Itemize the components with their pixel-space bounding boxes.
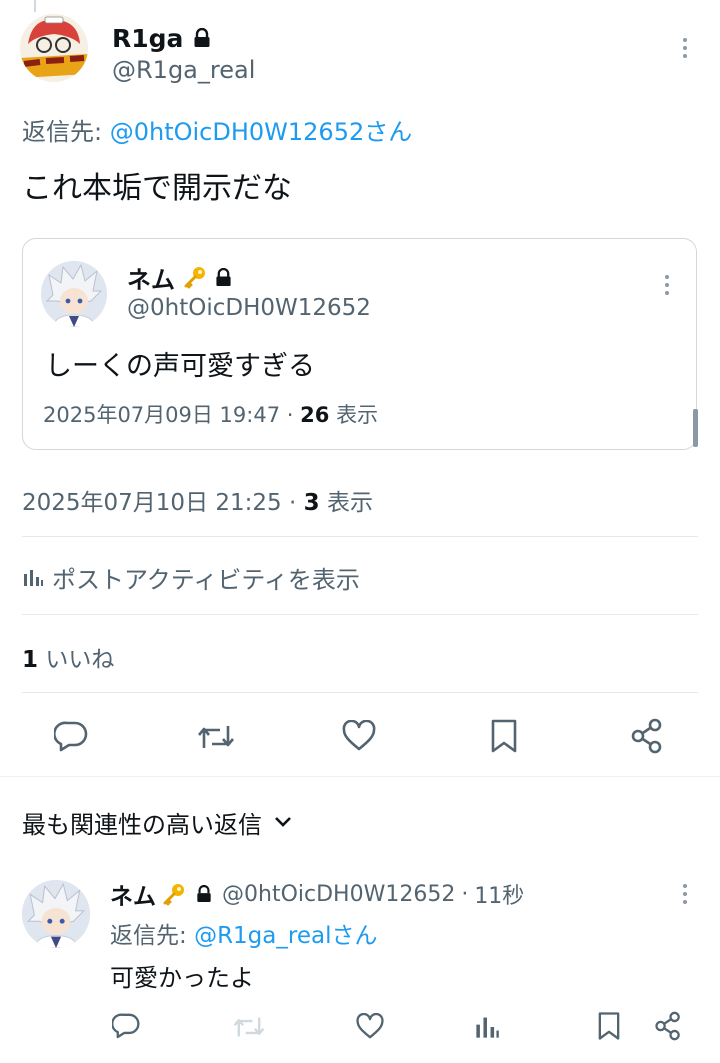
likes-count: 1: [22, 647, 39, 673]
tweet-views-count: 3: [303, 490, 320, 516]
chevron-down-icon: [274, 816, 292, 828]
more-icon[interactable]: [682, 884, 688, 904]
quoted-views-count: 26: [300, 403, 330, 427]
quoted-author-handle[interactable]: @0htOicDH0W12652: [127, 295, 371, 321]
reply-time-sep: ·: [461, 881, 469, 907]
quoted-avatar[interactable]: [41, 261, 107, 327]
analytics-icon: [22, 566, 44, 588]
author-name-row: R1ga: [112, 22, 211, 54]
like-icon[interactable]: [342, 720, 376, 752]
scrollbar[interactable]: [693, 409, 698, 447]
more-icon[interactable]: [682, 38, 688, 58]
reply-icon[interactable]: [112, 1012, 140, 1039]
analytics-icon[interactable]: [474, 1014, 500, 1040]
lock-icon: [196, 885, 212, 903]
quoted-views-label: 表示: [336, 403, 379, 427]
reply-prefix: 返信先:: [22, 118, 110, 146]
quoted-author-name[interactable]: ネム: [127, 260, 175, 295]
key-icon: [162, 882, 186, 906]
replies-sort-button[interactable]: 最も関連性の高い返信: [22, 806, 292, 839]
post-activity-label: ポストアクティビティを表示: [52, 565, 360, 594]
share-icon[interactable]: [654, 1011, 682, 1041]
tweet-meta: 2025年07月10日 21:25 · 3 表示: [22, 490, 373, 516]
tweet-views-label: 表示: [326, 490, 373, 516]
likes-label: いいね: [45, 647, 115, 673]
reply-text: 可愛かったよ: [110, 964, 254, 992]
retweet-icon: [232, 1014, 266, 1040]
share-icon[interactable]: [630, 718, 664, 754]
reply-prefix: 返信先:: [110, 923, 195, 949]
author-name[interactable]: R1ga: [112, 24, 183, 53]
reply-author-handle[interactable]: @0htOicDH0W12652: [222, 882, 455, 907]
bookmark-icon[interactable]: [597, 1011, 621, 1041]
reply-action-bar: [0, 1008, 720, 1048]
quoted-text: しーくの声可愛すぎる: [45, 351, 315, 382]
likes-summary[interactable]: 1 いいね: [22, 640, 114, 674]
tweet-text: これ本垢で開示だな: [22, 171, 292, 206]
quoted-timestamp[interactable]: 2025年07月09日 19:47: [43, 403, 280, 427]
divider: [22, 614, 698, 615]
more-icon[interactable]: [664, 275, 670, 295]
like-icon[interactable]: [356, 1013, 384, 1040]
reply-to-link[interactable]: @0htOicDH0W12652さん: [110, 118, 413, 146]
author-handle[interactable]: @R1ga_real: [112, 56, 255, 84]
divider: [22, 536, 698, 537]
key-icon: [183, 265, 207, 289]
reply-time[interactable]: 11秒: [474, 878, 524, 910]
lock-icon: [193, 28, 211, 48]
reply-author-name[interactable]: ネム: [110, 877, 156, 911]
lock-icon: [215, 267, 232, 287]
reply-header: ネム @0htOicDH0W12652 · 11秒: [110, 877, 524, 911]
bookmark-icon[interactable]: [490, 718, 518, 754]
action-bar: [0, 712, 720, 760]
reply-context: 返信先: @R1ga_realさん: [110, 916, 377, 950]
divider: [0, 776, 720, 777]
post-activity-link[interactable]: ポストアクティビティを表示: [22, 560, 360, 594]
reply-to-link[interactable]: @R1ga_realさん: [194, 923, 377, 949]
reply-icon[interactable]: [54, 720, 88, 752]
divider: [22, 692, 698, 693]
reply-context: 返信先: @0htOicDH0W12652さん: [22, 112, 412, 147]
retweet-icon[interactable]: [196, 722, 236, 752]
quoted-tweet-card[interactable]: ネム @0htOicDH0W12652 しーくの声可愛すぎる 2025年07月0…: [22, 238, 698, 450]
replies-sort-label: 最も関連性の高い返信: [22, 810, 262, 839]
tweet-timestamp[interactable]: 2025年07月10日 21:25: [22, 490, 282, 516]
quoted-meta: 2025年07月09日 19:47 · 26 表示: [43, 403, 379, 427]
author-avatar[interactable]: [20, 14, 88, 82]
reply-avatar[interactable]: [22, 880, 90, 948]
